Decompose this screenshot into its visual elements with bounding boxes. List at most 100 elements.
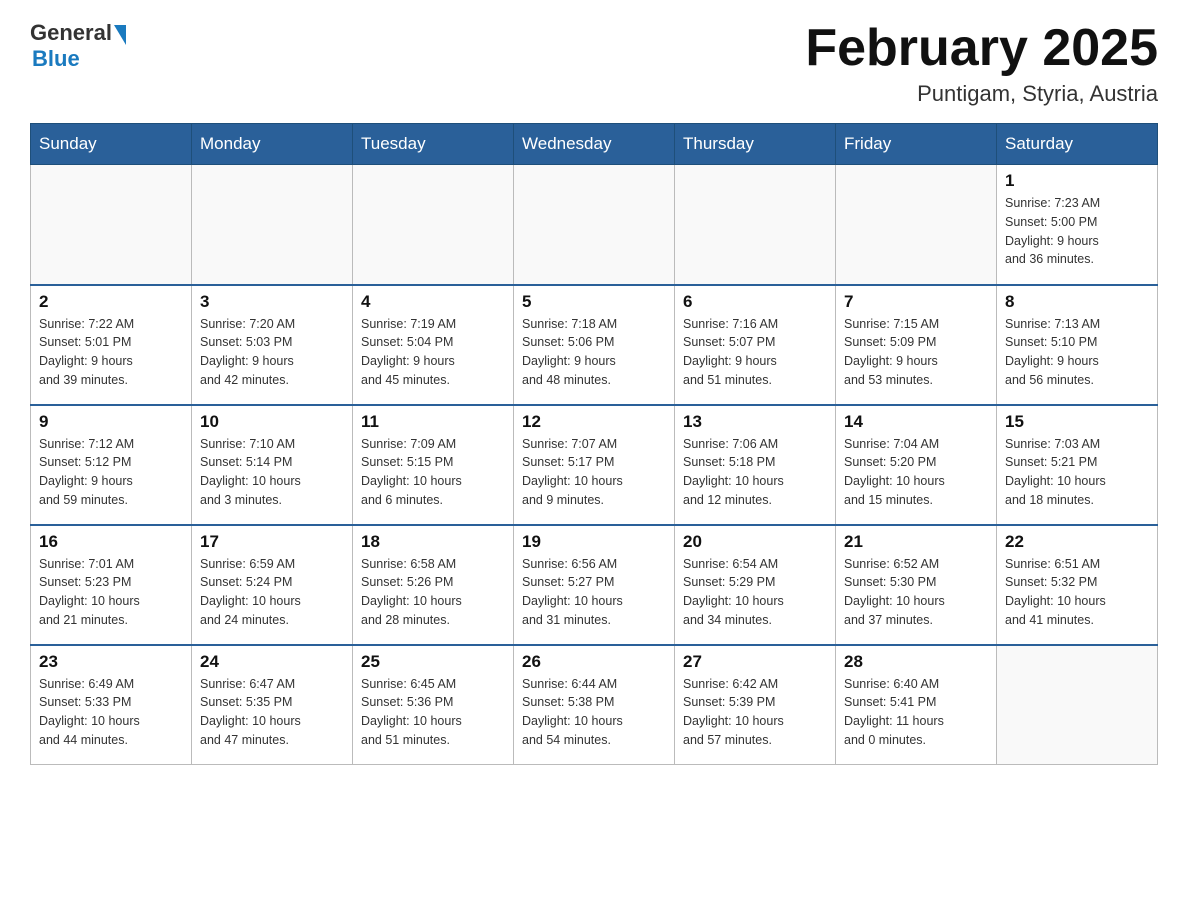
day-info: Sunrise: 6:47 AMSunset: 5:35 PMDaylight:…	[200, 675, 344, 750]
calendar-cell	[675, 165, 836, 285]
calendar-cell: 12 Sunrise: 7:07 AMSunset: 5:17 PMDayligh…	[514, 405, 675, 525]
day-info: Sunrise: 7:15 AMSunset: 5:09 PMDaylight:…	[844, 315, 988, 390]
calendar-cell	[31, 165, 192, 285]
day-number: 20	[683, 532, 827, 552]
calendar-cell: 11 Sunrise: 7:09 AMSunset: 5:15 PMDayligh…	[353, 405, 514, 525]
day-number: 28	[844, 652, 988, 672]
day-number: 23	[39, 652, 183, 672]
calendar-cell: 27 Sunrise: 6:42 AMSunset: 5:39 PMDayligh…	[675, 645, 836, 765]
day-number: 25	[361, 652, 505, 672]
calendar-cell: 16 Sunrise: 7:01 AMSunset: 5:23 PMDayligh…	[31, 525, 192, 645]
week-row-1: 1 Sunrise: 7:23 AMSunset: 5:00 PMDaylight…	[31, 165, 1158, 285]
logo: General Blue	[30, 20, 126, 72]
calendar-cell: 25 Sunrise: 6:45 AMSunset: 5:36 PMDayligh…	[353, 645, 514, 765]
calendar-cell: 24 Sunrise: 6:47 AMSunset: 5:35 PMDayligh…	[192, 645, 353, 765]
col-monday: Monday	[192, 124, 353, 165]
day-number: 7	[844, 292, 988, 312]
day-info: Sunrise: 7:20 AMSunset: 5:03 PMDaylight:…	[200, 315, 344, 390]
day-number: 19	[522, 532, 666, 552]
day-info: Sunrise: 6:45 AMSunset: 5:36 PMDaylight:…	[361, 675, 505, 750]
day-info: Sunrise: 7:19 AMSunset: 5:04 PMDaylight:…	[361, 315, 505, 390]
day-number: 6	[683, 292, 827, 312]
week-row-5: 23 Sunrise: 6:49 AMSunset: 5:33 PMDayligh…	[31, 645, 1158, 765]
day-number: 3	[200, 292, 344, 312]
calendar-cell: 7 Sunrise: 7:15 AMSunset: 5:09 PMDaylight…	[836, 285, 997, 405]
col-thursday: Thursday	[675, 124, 836, 165]
calendar-cell: 13 Sunrise: 7:06 AMSunset: 5:18 PMDayligh…	[675, 405, 836, 525]
calendar-cell: 26Sunrise: 6:44 AMSunset: 5:38 PMDayligh…	[514, 645, 675, 765]
calendar-cell	[997, 645, 1158, 765]
day-number: 27	[683, 652, 827, 672]
day-info: Sunrise: 7:04 AMSunset: 5:20 PMDaylight:…	[844, 435, 988, 510]
day-info: Sunrise: 6:49 AMSunset: 5:33 PMDaylight:…	[39, 675, 183, 750]
calendar-cell	[836, 165, 997, 285]
day-number: 22	[1005, 532, 1149, 552]
day-number: 4	[361, 292, 505, 312]
day-info: Sunrise: 6:59 AMSunset: 5:24 PMDaylight:…	[200, 555, 344, 630]
day-info: Sunrise: 6:54 AMSunset: 5:29 PMDaylight:…	[683, 555, 827, 630]
day-number: 16	[39, 532, 183, 552]
col-wednesday: Wednesday	[514, 124, 675, 165]
day-number: 1	[1005, 171, 1149, 191]
day-number: 12	[522, 412, 666, 432]
calendar-cell: 22Sunrise: 6:51 AMSunset: 5:32 PMDayligh…	[997, 525, 1158, 645]
week-row-2: 2Sunrise: 7:22 AMSunset: 5:01 PMDaylight…	[31, 285, 1158, 405]
calendar-cell: 21Sunrise: 6:52 AMSunset: 5:30 PMDayligh…	[836, 525, 997, 645]
day-info: Sunrise: 7:12 AMSunset: 5:12 PMDaylight:…	[39, 435, 183, 510]
calendar-cell: 14 Sunrise: 7:04 AMSunset: 5:20 PMDayligh…	[836, 405, 997, 525]
day-number: 13	[683, 412, 827, 432]
day-number: 17	[200, 532, 344, 552]
logo-general: General	[30, 20, 112, 46]
day-number: 15	[1005, 412, 1149, 432]
day-number: 10	[200, 412, 344, 432]
calendar-cell: 10 Sunrise: 7:10 AMSunset: 5:14 PMDayligh…	[192, 405, 353, 525]
day-number: 26	[522, 652, 666, 672]
calendar-cell: 5 Sunrise: 7:18 AMSunset: 5:06 PMDaylight…	[514, 285, 675, 405]
day-info: Sunrise: 6:58 AMSunset: 5:26 PMDaylight:…	[361, 555, 505, 630]
col-sunday: Sunday	[31, 124, 192, 165]
calendar-cell: 23 Sunrise: 6:49 AMSunset: 5:33 PMDayligh…	[31, 645, 192, 765]
title-block: February 2025 Puntigam, Styria, Austria	[805, 20, 1158, 107]
calendar-cell: 4 Sunrise: 7:19 AMSunset: 5:04 PMDaylight…	[353, 285, 514, 405]
day-info: Sunrise: 7:03 AMSunset: 5:21 PMDaylight:…	[1005, 435, 1149, 510]
day-info: Sunrise: 7:23 AMSunset: 5:00 PMDaylight:…	[1005, 194, 1149, 269]
col-saturday: Saturday	[997, 124, 1158, 165]
page-header: General Blue February 2025 Puntigam, Sty…	[30, 20, 1158, 107]
day-number: 5	[522, 292, 666, 312]
day-number: 14	[844, 412, 988, 432]
day-number: 8	[1005, 292, 1149, 312]
day-info: Sunrise: 7:09 AMSunset: 5:15 PMDaylight:…	[361, 435, 505, 510]
day-info: Sunrise: 6:40 AMSunset: 5:41 PMDaylight:…	[844, 675, 988, 750]
day-info: Sunrise: 7:01 AMSunset: 5:23 PMDaylight:…	[39, 555, 183, 630]
calendar-cell: 2Sunrise: 7:22 AMSunset: 5:01 PMDaylight…	[31, 285, 192, 405]
day-number: 24	[200, 652, 344, 672]
calendar-cell: 17 Sunrise: 6:59 AMSunset: 5:24 PMDayligh…	[192, 525, 353, 645]
day-number: 2	[39, 292, 183, 312]
calendar-cell: 19 Sunrise: 6:56 AMSunset: 5:27 PMDayligh…	[514, 525, 675, 645]
calendar-cell: 18 Sunrise: 6:58 AMSunset: 5:26 PMDayligh…	[353, 525, 514, 645]
calendar-cell: 15 Sunrise: 7:03 AMSunset: 5:21 PMDayligh…	[997, 405, 1158, 525]
day-info: Sunrise: 7:16 AMSunset: 5:07 PMDaylight:…	[683, 315, 827, 390]
calendar-cell: 20 Sunrise: 6:54 AMSunset: 5:29 PMDayligh…	[675, 525, 836, 645]
day-number: 11	[361, 412, 505, 432]
calendar-cell: 3 Sunrise: 7:20 AMSunset: 5:03 PMDaylight…	[192, 285, 353, 405]
calendar-table: Sunday Monday Tuesday Wednesday Thursday…	[30, 123, 1158, 765]
day-info: Sunrise: 7:07 AMSunset: 5:17 PMDaylight:…	[522, 435, 666, 510]
calendar-cell: 9 Sunrise: 7:12 AMSunset: 5:12 PMDaylight…	[31, 405, 192, 525]
week-row-4: 16 Sunrise: 7:01 AMSunset: 5:23 PMDayligh…	[31, 525, 1158, 645]
calendar-cell	[353, 165, 514, 285]
day-info: Sunrise: 7:18 AMSunset: 5:06 PMDaylight:…	[522, 315, 666, 390]
day-number: 9	[39, 412, 183, 432]
col-tuesday: Tuesday	[353, 124, 514, 165]
day-info: Sunrise: 7:10 AMSunset: 5:14 PMDaylight:…	[200, 435, 344, 510]
day-info: Sunrise: 7:13 AMSunset: 5:10 PMDaylight:…	[1005, 315, 1149, 390]
day-info: Sunrise: 6:42 AMSunset: 5:39 PMDaylight:…	[683, 675, 827, 750]
day-number: 18	[361, 532, 505, 552]
location-title: Puntigam, Styria, Austria	[805, 81, 1158, 107]
calendar-cell: 28 Sunrise: 6:40 AMSunset: 5:41 PMDayligh…	[836, 645, 997, 765]
day-info: Sunrise: 6:56 AMSunset: 5:27 PMDaylight:…	[522, 555, 666, 630]
day-info: Sunrise: 7:06 AMSunset: 5:18 PMDaylight:…	[683, 435, 827, 510]
calendar-cell: 8 Sunrise: 7:13 AMSunset: 5:10 PMDaylight…	[997, 285, 1158, 405]
day-info: Sunrise: 6:52 AMSunset: 5:30 PMDaylight:…	[844, 555, 988, 630]
logo-triangle-icon	[114, 25, 126, 45]
